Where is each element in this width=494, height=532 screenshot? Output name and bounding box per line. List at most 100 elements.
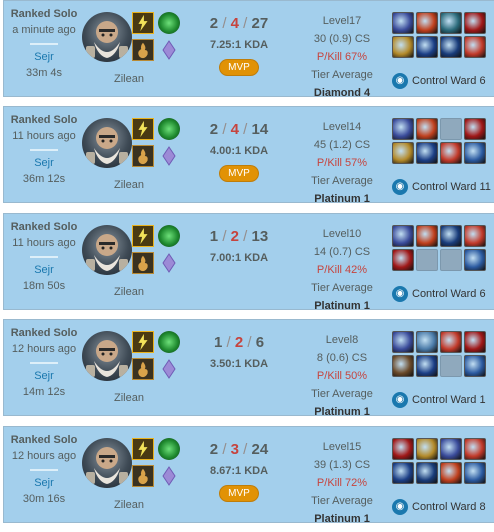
keystone-rune-icon[interactable] xyxy=(158,331,180,353)
champion-name[interactable]: Zilean xyxy=(104,392,154,404)
secondary-rune-icon[interactable] xyxy=(158,39,180,61)
item-icon[interactable] xyxy=(440,12,462,34)
flash-spell-icon[interactable] xyxy=(132,438,154,460)
item-icon[interactable] xyxy=(440,331,462,353)
item-icon[interactable] xyxy=(440,462,462,484)
item-icon[interactable] xyxy=(464,225,486,247)
keystone-rune-icon[interactable] xyxy=(158,12,180,34)
champion-name[interactable]: Zilean xyxy=(104,286,154,298)
flash-spell-icon[interactable] xyxy=(132,331,154,353)
item-icon[interactable] xyxy=(416,225,438,247)
item-icon[interactable] xyxy=(464,118,486,140)
item-icon[interactable] xyxy=(416,438,438,460)
control-ward-count: ◉ Control Ward 6 xyxy=(392,286,494,302)
kda-ratio: 7.00:1 KDA xyxy=(209,252,269,264)
match-card[interactable]: Ranked Solo 12 hours ago Sejr 14m 12s Zi… xyxy=(3,319,494,418)
item-icon[interactable] xyxy=(392,118,414,140)
match-card[interactable]: Ranked Solo 11 hours ago Sejr 18m 50s Zi… xyxy=(3,213,494,312)
match-card[interactable]: Ranked Solo 11 hours ago Sejr 36m 12s Zi… xyxy=(3,106,494,205)
tier-average-label: Tier Average xyxy=(311,495,373,507)
keystone-rune-icon[interactable] xyxy=(158,225,180,247)
game-duration: 33m 4s xyxy=(25,67,63,79)
kda-block: 2 / 4 / 27 7.25:1 KDA MVP xyxy=(189,15,289,76)
ignite-spell-icon[interactable] xyxy=(132,39,154,61)
ignite-spell-icon[interactable] xyxy=(132,145,154,167)
game-info: Ranked Solo 11 hours ago Sejr 18m 50s xyxy=(6,220,82,293)
item-icon[interactable] xyxy=(464,12,486,34)
tier-average-label: Tier Average xyxy=(311,388,373,400)
keystone-rune-icon[interactable] xyxy=(158,118,180,140)
flash-spell-icon[interactable] xyxy=(132,12,154,34)
mvp-badge: MVP xyxy=(219,59,259,76)
kill-participation: P/Kill 57% xyxy=(316,157,368,169)
flash-spell-icon[interactable] xyxy=(132,225,154,247)
item-icon[interactable] xyxy=(416,142,438,164)
ignite-spell-icon[interactable] xyxy=(132,358,154,380)
champion-portrait[interactable] xyxy=(82,438,132,488)
item-icon[interactable] xyxy=(416,36,438,58)
item-icon[interactable] xyxy=(392,12,414,34)
kill-death-assist: 2 / 3 / 24 xyxy=(209,441,269,458)
item-icon[interactable] xyxy=(392,142,414,164)
champion-portrait[interactable] xyxy=(82,118,132,168)
item-icon[interactable] xyxy=(416,462,438,484)
empty-item-slot xyxy=(440,118,462,140)
item-icon[interactable] xyxy=(392,355,414,377)
control-ward-count: ◉ Control Ward 8 xyxy=(392,499,494,515)
item-icon[interactable] xyxy=(416,118,438,140)
item-icon[interactable] xyxy=(464,462,486,484)
creep-score: 30 (0.9) CS xyxy=(313,33,371,45)
item-icon[interactable] xyxy=(416,331,438,353)
item-icon[interactable] xyxy=(440,142,462,164)
keystone-rune-icon[interactable] xyxy=(158,438,180,460)
item-icon[interactable] xyxy=(464,331,486,353)
item-icon[interactable] xyxy=(464,36,486,58)
flash-spell-icon[interactable] xyxy=(132,118,154,140)
item-icon[interactable] xyxy=(392,249,414,271)
item-icon[interactable] xyxy=(392,438,414,460)
item-icon[interactable] xyxy=(440,438,462,460)
ward-icon: ◉ xyxy=(392,179,408,195)
item-icon[interactable] xyxy=(392,225,414,247)
game-stats: Level15 39 (1.3) CS P/Kill 72% Tier Aver… xyxy=(302,438,382,528)
secondary-rune-icon[interactable] xyxy=(158,465,180,487)
item-icon[interactable] xyxy=(392,462,414,484)
tier-average: Diamond 4 xyxy=(313,87,371,99)
secondary-rune-icon[interactable] xyxy=(158,145,180,167)
tier-average: Platinum 1 xyxy=(314,406,370,418)
game-result: Sejr xyxy=(34,157,54,169)
item-icon[interactable] xyxy=(464,355,486,377)
secondary-rune-icon[interactable] xyxy=(158,358,180,380)
champion-portrait[interactable] xyxy=(82,225,132,275)
tier-average: Platinum 1 xyxy=(314,193,370,205)
item-icon[interactable] xyxy=(392,331,414,353)
match-card[interactable]: Ranked Solo a minute ago Sejr 33m 4s Zil… xyxy=(3,0,494,99)
game-info: Ranked Solo a minute ago Sejr 33m 4s xyxy=(6,7,82,80)
kda-block: 2 / 3 / 24 8.67:1 KDA MVP xyxy=(189,441,289,502)
item-icon[interactable] xyxy=(440,225,462,247)
queue-type: Ranked Solo xyxy=(10,114,78,126)
item-icon[interactable] xyxy=(440,36,462,58)
game-result: Sejr xyxy=(34,51,54,63)
item-icon[interactable] xyxy=(464,142,486,164)
kda-block: 1 / 2 / 6 3.50:1 KDA xyxy=(189,334,289,370)
ignite-spell-icon[interactable] xyxy=(132,252,154,274)
champion-portrait[interactable] xyxy=(82,12,132,62)
champion-face-icon xyxy=(86,21,128,58)
champion-name[interactable]: Zilean xyxy=(104,179,154,191)
champion-level: Level15 xyxy=(322,441,362,453)
item-icon[interactable] xyxy=(392,36,414,58)
item-icon[interactable] xyxy=(416,12,438,34)
item-icon[interactable] xyxy=(416,355,438,377)
champion-name[interactable]: Zilean xyxy=(104,73,154,85)
champion-name[interactable]: Zilean xyxy=(104,499,154,511)
game-duration: 30m 16s xyxy=(22,493,66,505)
item-icon[interactable] xyxy=(464,438,486,460)
item-icon[interactable] xyxy=(464,249,486,271)
secondary-rune-icon[interactable] xyxy=(158,252,180,274)
match-card[interactable]: Ranked Solo 12 hours ago Sejr 30m 16s Zi… xyxy=(3,426,494,525)
game-stats: Level10 14 (0.7) CS P/Kill 42% Tier Aver… xyxy=(302,225,382,315)
ignite-spell-icon[interactable] xyxy=(132,465,154,487)
game-info: Ranked Solo 11 hours ago Sejr 36m 12s xyxy=(6,113,82,186)
champion-portrait[interactable] xyxy=(82,331,132,381)
